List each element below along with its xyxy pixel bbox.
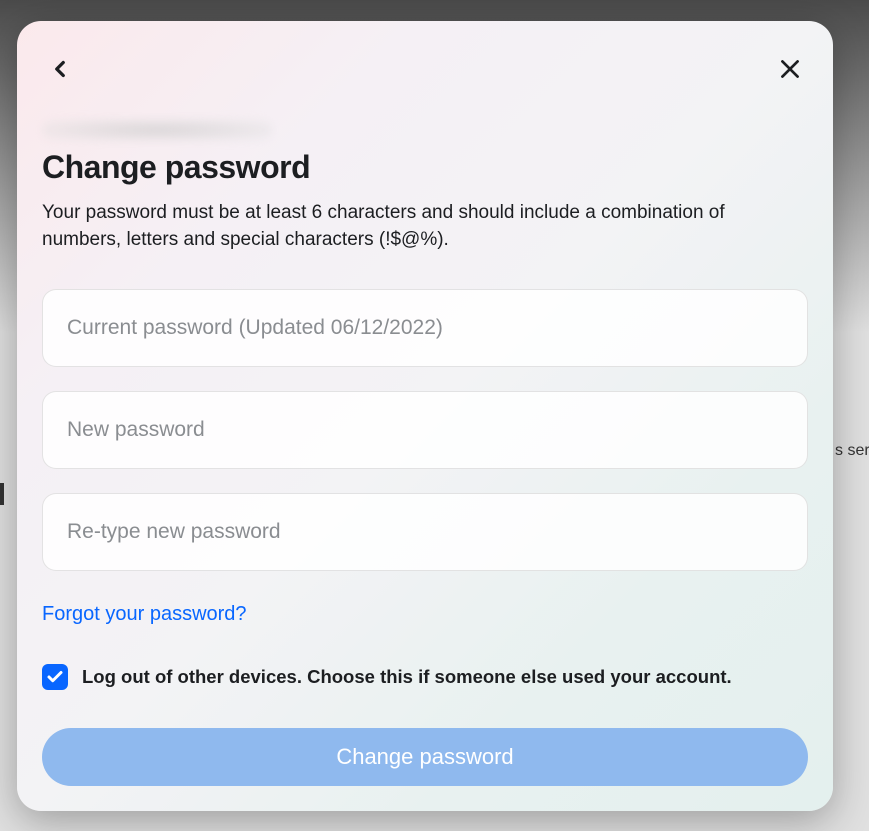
new-password-input[interactable] — [42, 391, 808, 469]
change-password-modal: Change password Your password must be at… — [17, 21, 833, 811]
back-button[interactable] — [42, 51, 78, 87]
modal-header — [42, 49, 808, 89]
forgot-password-link[interactable]: Forgot your password? — [42, 603, 247, 626]
modal-description: Your password must be at least 6 charact… — [42, 200, 808, 253]
logout-other-devices-row: Log out of other devices. Choose this if… — [42, 664, 808, 690]
change-password-button[interactable]: Change password — [42, 728, 808, 786]
backdrop-text: y — [0, 483, 4, 505]
modal-title: Change password — [42, 149, 808, 186]
redacted-label — [42, 119, 272, 141]
retype-password-input[interactable] — [42, 493, 808, 571]
close-icon — [777, 56, 803, 82]
current-password-input[interactable] — [42, 289, 808, 367]
check-icon — [46, 668, 64, 686]
logout-other-devices-checkbox[interactable] — [42, 664, 68, 690]
close-button[interactable] — [772, 51, 808, 87]
backdrop-text: s ser — [835, 442, 869, 460]
logout-other-devices-label[interactable]: Log out of other devices. Choose this if… — [82, 666, 732, 688]
chevron-left-icon — [47, 56, 73, 82]
